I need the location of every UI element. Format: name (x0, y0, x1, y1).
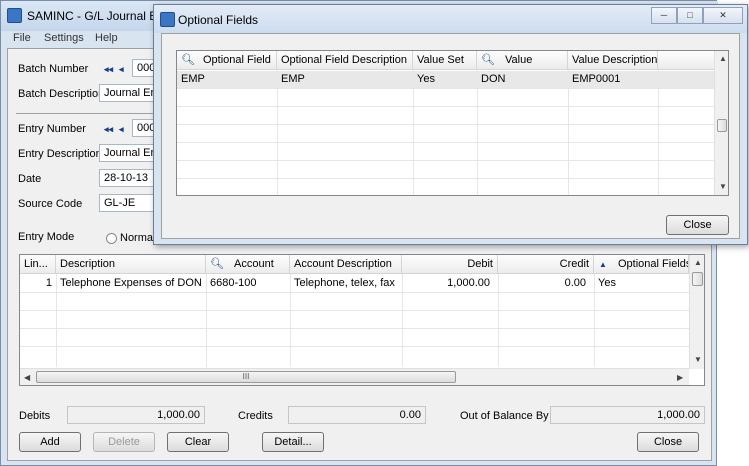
grid-hline (20, 328, 689, 329)
dialog-close-button[interactable]: Close (666, 215, 729, 235)
col-optional-fields-label: Optional Fields (618, 258, 689, 270)
detail-grid-header: Lin... Description 🔍︎ Account Account De… (20, 255, 689, 274)
grid-hline (20, 346, 689, 347)
scroll-down-icon[interactable]: ▼ (719, 182, 727, 191)
col-line[interactable]: Lin... (20, 255, 56, 274)
scroll-left-icon[interactable]: ◀ (24, 373, 30, 382)
add-button[interactable]: Add (19, 432, 81, 452)
cell-line[interactable]: 1 (20, 275, 56, 292)
scroll-up-icon[interactable]: ▲ (694, 258, 702, 267)
first-batch-icon[interactable]: ◂◂ (104, 64, 113, 75)
cell-optional-field-description[interactable]: EMP (277, 71, 413, 88)
cell-credit[interactable]: 0.00 (498, 275, 590, 292)
col-optional-field-label: Optional Field (203, 54, 271, 66)
cell-account-description[interactable]: Telephone, telex, fax (290, 275, 402, 292)
cell-description[interactable]: Telephone Expenses of DON (56, 275, 206, 292)
col-value[interactable]: 🔍︎ Value (477, 51, 568, 70)
col-account-label: Account (234, 258, 274, 270)
col-optional-field[interactable]: 🔍︎ Optional Field (177, 51, 277, 70)
grid-hline (177, 178, 714, 179)
cell-debit[interactable]: 1,000.00 (402, 275, 494, 292)
horizontal-scroll-thumb[interactable]: III (36, 371, 456, 383)
out-of-balance-label: Out of Balance By (460, 410, 549, 422)
col-value-description[interactable]: Value Description (568, 51, 658, 70)
grid-hline (20, 310, 689, 311)
menu-help[interactable]: Help (95, 32, 118, 44)
journal-detail-grid: Lin... Description 🔍︎ Account Account De… (19, 254, 705, 386)
clear-button[interactable]: Clear (167, 432, 229, 452)
debits-total-field: 1,000.00 (67, 406, 205, 424)
credits-label: Credits (238, 410, 273, 422)
out-of-balance-field: 1,000.00 (550, 406, 705, 424)
col-value-label: Value (505, 54, 533, 66)
sort-asc-icon: ▲ (599, 260, 607, 269)
app-icon (160, 12, 175, 27)
optional-fields-grid: 🔍︎ Optional Field Optional Field Descrip… (176, 50, 729, 196)
previous-batch-icon[interactable]: ◂ (119, 64, 124, 75)
col-optional-field-description[interactable]: Optional Field Description (277, 51, 413, 70)
detail-horizontal-scrollbar[interactable]: ◀ III ▶ (20, 368, 689, 385)
grid-hline (177, 124, 714, 125)
table-row[interactable]: EMP EMP Yes DON EMP0001 (177, 71, 714, 88)
app-icon (7, 8, 22, 23)
main-window-title: SAMINC - G/L Journal Ent (27, 9, 168, 23)
entry-number-label: Entry Number (18, 123, 86, 135)
scroll-up-icon[interactable]: ▲ (719, 54, 727, 63)
search-icon[interactable]: 🔍︎ (210, 255, 224, 274)
maximize-icon[interactable]: □ (677, 7, 703, 24)
entry-description-label: Entry Description (18, 148, 102, 160)
entry-mode-normal-radio[interactable] (106, 233, 117, 244)
dialog-title-bar: Optional Fields ─ □ ✕ (154, 5, 747, 33)
grid-hline (20, 292, 689, 293)
col-description[interactable]: Description (56, 255, 206, 274)
cell-optional-field[interactable]: EMP (177, 71, 277, 88)
debits-label: Debits (19, 410, 51, 422)
search-icon[interactable]: 🔍︎ (181, 51, 195, 70)
vertical-scroll-thumb[interactable] (692, 272, 703, 286)
entry-mode-normal-label: Normal (120, 232, 156, 244)
menu-file[interactable]: File (13, 32, 31, 44)
col-filler (658, 51, 714, 70)
grid-hline (177, 88, 714, 89)
col-account[interactable]: 🔍︎ Account (206, 255, 290, 274)
detail-button[interactable]: Detail... (262, 432, 324, 452)
date-label: Date (18, 173, 42, 185)
col-debit[interactable]: Debit (402, 255, 498, 274)
dialog-title: Optional Fields (178, 13, 259, 27)
vertical-scroll-thumb[interactable] (717, 119, 727, 132)
dialog-body: 🔍︎ Optional Field Optional Field Descrip… (161, 33, 740, 239)
credits-total-field: 0.00 (288, 406, 426, 424)
previous-entry-icon[interactable]: ◂ (119, 124, 124, 135)
col-value-set[interactable]: Value Set (413, 51, 477, 70)
grid-hline (177, 106, 714, 107)
delete-button[interactable]: Delete (93, 432, 155, 452)
optional-fields-header: 🔍︎ Optional Field Optional Field Descrip… (177, 51, 714, 70)
batch-description-label: Batch Description (18, 88, 105, 100)
close-icon[interactable]: ✕ (703, 7, 743, 24)
minimize-icon[interactable]: ─ (651, 7, 677, 24)
grid-hline (177, 142, 714, 143)
scroll-right-icon[interactable]: ▶ (677, 373, 683, 382)
close-button[interactable]: Close (637, 432, 699, 452)
cell-account[interactable]: 6680-100 (206, 275, 290, 292)
scroll-down-icon[interactable]: ▼ (694, 355, 702, 364)
optional-fields-vertical-scrollbar[interactable]: ▲ ▼ (714, 51, 728, 195)
col-optional-fields[interactable]: ▲ Optional Fields (594, 255, 689, 274)
cell-value[interactable]: DON (477, 71, 568, 88)
cell-optional-fields[interactable]: Yes (594, 275, 689, 292)
table-row[interactable]: 1 Telephone Expenses of DON 6680-100 Tel… (20, 275, 689, 292)
detail-vertical-scrollbar[interactable]: ▲ ▼ (689, 255, 704, 369)
optional-fields-dialog: Optional Fields ─ □ ✕ 🔍︎ Optional Field … (153, 4, 748, 245)
batch-number-label: Batch Number (18, 63, 89, 75)
col-credit[interactable]: Credit (498, 255, 594, 274)
source-code-label: Source Code (18, 198, 83, 210)
col-account-description[interactable]: Account Description (290, 255, 402, 274)
cell-value-set[interactable]: Yes (413, 71, 477, 88)
first-entry-icon[interactable]: ◂◂ (104, 124, 113, 135)
entry-mode-label: Entry Mode (18, 231, 75, 243)
cell-value-description[interactable]: EMP0001 (568, 71, 658, 88)
search-icon[interactable]: 🔍︎ (481, 51, 495, 70)
menu-settings[interactable]: Settings (44, 32, 84, 44)
grid-hline (177, 160, 714, 161)
